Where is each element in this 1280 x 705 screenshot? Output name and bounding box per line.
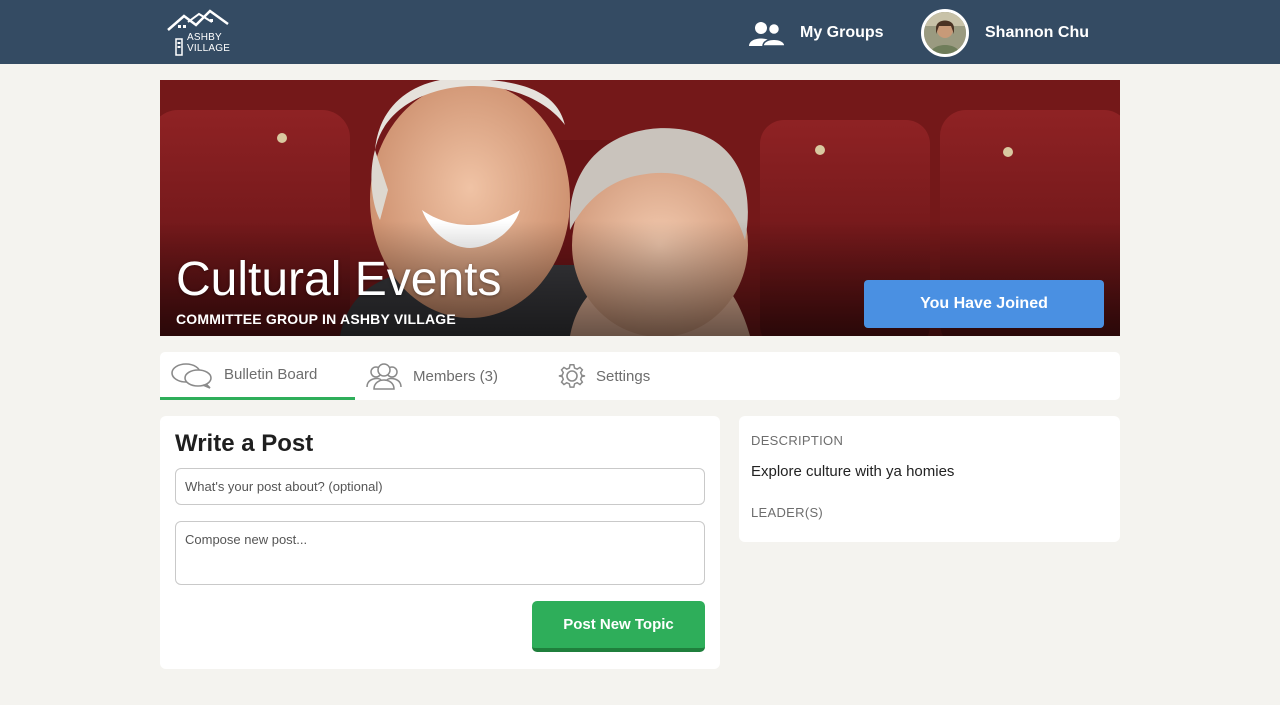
write-post-card: Write a Post Post New Topic bbox=[160, 416, 720, 669]
tab-label: Members (3) bbox=[413, 367, 499, 385]
top-navigation-bar: ASHBY VILLAGE My Groups Shannon Chu bbox=[0, 0, 1280, 64]
tab-bulletin-board[interactable]: Bulletin Board bbox=[160, 352, 355, 400]
tab-settings[interactable]: Settings bbox=[558, 352, 650, 400]
speech-bubbles-icon bbox=[171, 362, 212, 389]
group-tabs: Bulletin Board Members (3) Settings bbox=[160, 352, 1120, 400]
my-groups-link[interactable]: My Groups bbox=[748, 18, 884, 48]
logo-text: ASHBY VILLAGE bbox=[187, 32, 230, 54]
tab-members[interactable]: Members (3) bbox=[365, 352, 498, 400]
user-name: Shannon Chu bbox=[985, 24, 1089, 41]
people-icon bbox=[749, 22, 786, 46]
group-hero-banner: Cultural Events COMMITTEE GROUP IN ASHBY… bbox=[160, 80, 1120, 336]
tab-label: Bulletin Board bbox=[224, 366, 318, 383]
logo-line-2: VILLAGE bbox=[187, 43, 231, 54]
my-groups-label: My Groups bbox=[800, 24, 884, 41]
post-body-textarea[interactable] bbox=[175, 521, 705, 585]
leaders-label: LEADER(S) bbox=[751, 505, 824, 520]
post-new-topic-button[interactable]: Post New Topic bbox=[532, 601, 705, 652]
group-info-card: DESCRIPTION Explore culture with ya homi… bbox=[739, 416, 1120, 542]
ashby-village-logo[interactable]: ASHBY VILLAGE bbox=[166, 8, 232, 58]
write-post-heading: Write a Post bbox=[175, 430, 314, 457]
post-subject-input[interactable] bbox=[175, 468, 705, 505]
logo-line-1: ASHBY bbox=[187, 32, 222, 43]
members-icon bbox=[366, 363, 402, 390]
tab-label: Settings bbox=[596, 367, 651, 385]
user-photo-icon bbox=[924, 12, 966, 54]
description-label: DESCRIPTION bbox=[751, 433, 844, 448]
joined-status-button[interactable]: You Have Joined bbox=[864, 280, 1104, 328]
gear-icon bbox=[558, 364, 586, 388]
avatar[interactable] bbox=[921, 9, 969, 57]
group-title: Cultural Events bbox=[176, 253, 502, 306]
group-subtitle: COMMITTEE GROUP IN ASHBY VILLAGE bbox=[176, 311, 456, 327]
group-description: Explore culture with ya homies bbox=[751, 463, 955, 480]
user-menu[interactable]: Shannon Chu bbox=[921, 9, 1089, 57]
